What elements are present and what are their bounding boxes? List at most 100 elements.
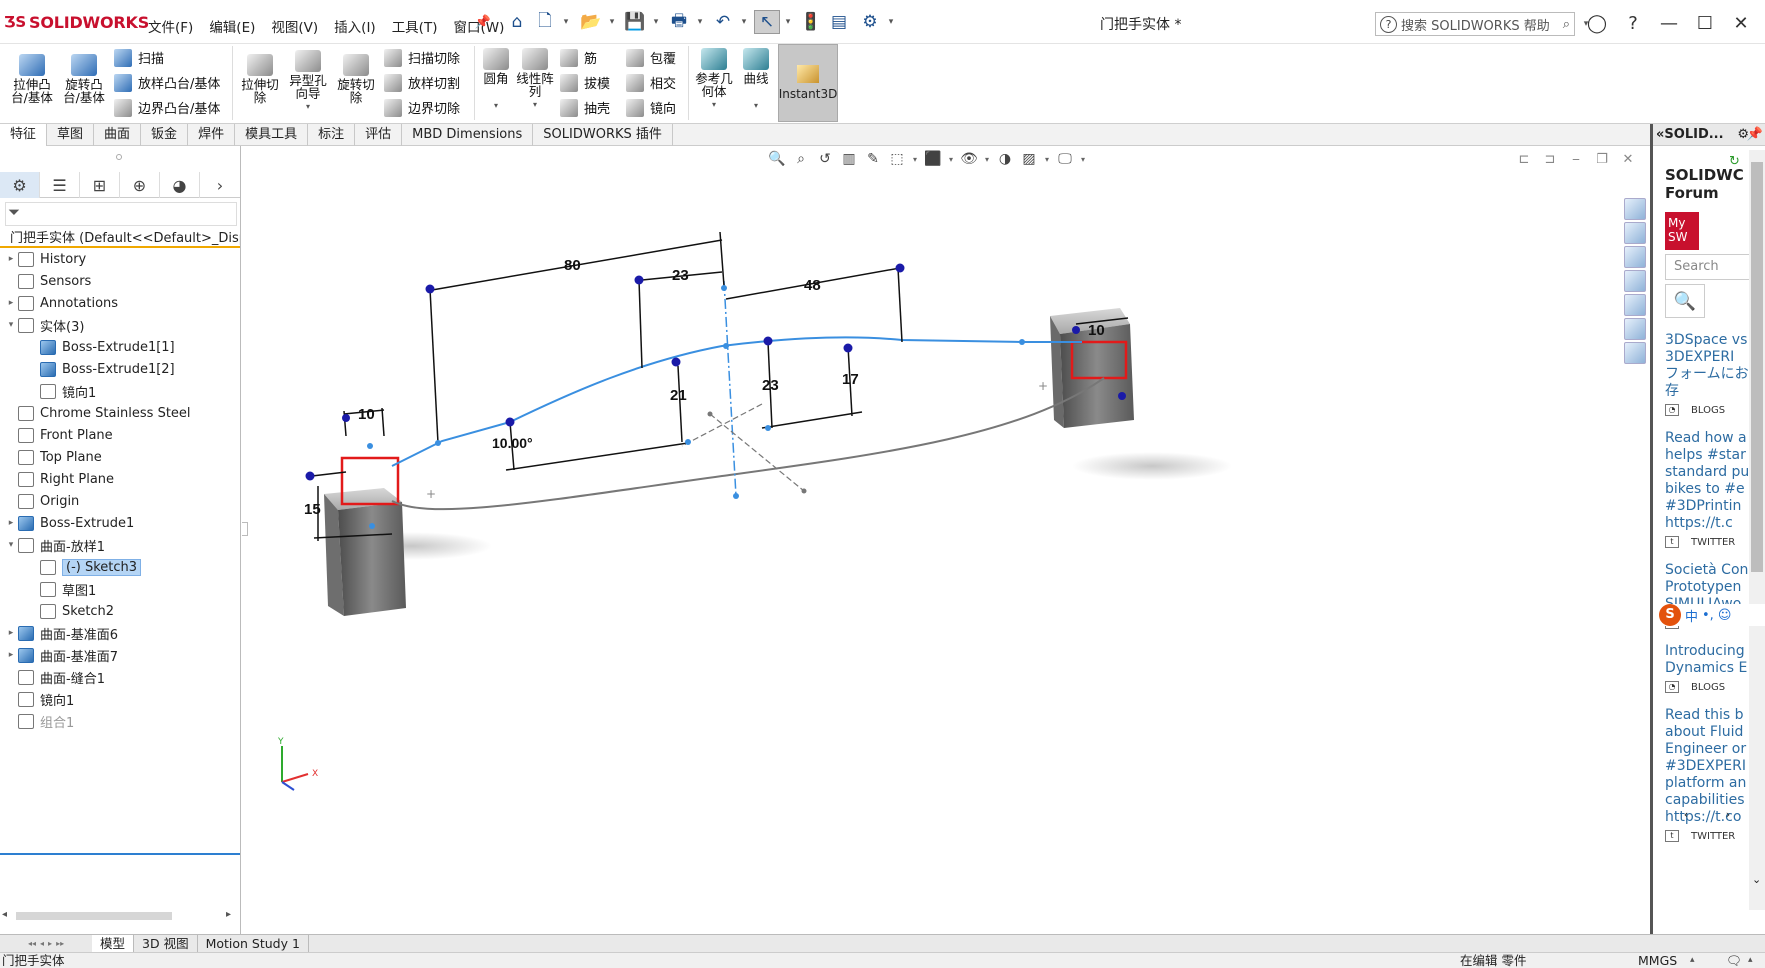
tree-item[interactable]: Origin <box>0 490 240 512</box>
tree-item[interactable]: ▸ Annotations <box>0 292 240 314</box>
menu-file[interactable]: 文件(F) <box>140 14 201 38</box>
tab-motion-study-1[interactable]: Motion Study 1 <box>198 934 309 953</box>
intersect-button[interactable]: 相交 <box>626 73 676 92</box>
mysw-logo[interactable]: My SW <box>1665 212 1699 250</box>
shell-button[interactable]: 抽壳 <box>560 98 610 117</box>
panel-expand-icon[interactable]: › <box>200 172 240 198</box>
pattern-dropdown-icon[interactable]: ▾ <box>533 98 537 111</box>
revolve-cut-button[interactable]: 旋转切 除 <box>332 54 380 104</box>
select-pointer-icon[interactable]: ↖ <box>754 10 780 34</box>
design-library-icon[interactable] <box>1624 222 1646 244</box>
hole-wizard-button[interactable]: 异型孔 向导 ▾ <box>284 50 332 113</box>
tree-item[interactable]: Boss-Extrude1[1] <box>0 336 240 358</box>
tree-item[interactable]: 镜向1 <box>0 688 240 710</box>
scroll-right-icon[interactable]: ▸ <box>226 909 231 920</box>
tab-annotation[interactable]: 标注 <box>308 124 356 146</box>
sweep-button[interactable]: 扫描 <box>114 48 164 67</box>
menu-insert[interactable]: 插入(I) <box>326 14 384 38</box>
tab-surfaces[interactable]: 曲面 <box>94 124 142 146</box>
tree-item[interactable]: (-) Sketch3 <box>0 556 240 578</box>
tree-item[interactable]: Sensors <box>0 270 240 292</box>
property-manager-tab-icon[interactable]: ☰ <box>40 172 80 198</box>
maximize-icon[interactable]: ☐ <box>1690 10 1720 36</box>
display-manager-tab-icon[interactable]: ◕ <box>160 172 200 198</box>
extrude-boss-button[interactable]: 拉伸凸 台/基体 <box>8 54 56 104</box>
expand-arrow-icon[interactable]: ▸ <box>4 628 18 638</box>
dimension-21[interactable]: 21 <box>670 387 687 404</box>
ime-toolbar[interactable]: S 中 •, ☺ <box>1659 604 1765 626</box>
fillet-button[interactable]: 圆角 ▾ <box>478 48 514 112</box>
menu-edit[interactable]: 编辑(E) <box>201 14 263 38</box>
scroll-left-icon[interactable]: ◂ <box>2 909 7 920</box>
print-dropdown-icon[interactable]: ▾ <box>694 10 706 34</box>
linear-pattern-button[interactable]: 线性阵 列 ▾ <box>514 48 556 111</box>
graphics-area[interactable]: 🔍 ⌕ ↺ ▥ ✎ ⬚ ▾ ⬛ ▾ 👁 ▾ ◑ ▨ ▾ 🖵 ▾ ⊏ ⊐ ⎯ ❐ … <box>242 146 1648 934</box>
help-icon[interactable]: ? <box>1618 10 1648 36</box>
tree-item[interactable]: 草图1 <box>0 578 240 600</box>
dimension-48[interactable]: 48 <box>804 277 821 294</box>
forum-search-input[interactable]: Search <box>1665 254 1749 280</box>
angle-dimension[interactable]: 10.00° <box>492 435 533 451</box>
mirror-button[interactable]: 镜向 <box>626 98 676 117</box>
menu-view[interactable]: 视图(V) <box>263 14 326 38</box>
scroll-down-icon[interactable]: ⌄ <box>1752 873 1761 886</box>
instant3d-toggle[interactable]: Instant3D <box>778 44 838 122</box>
help-search-input[interactable]: ? 搜索 SOLIDWORKS 帮助 ⌕ <box>1375 12 1575 36</box>
new-dropdown-icon[interactable]: ▾ <box>560 10 572 34</box>
options-dropdown-icon[interactable]: ▾ <box>885 10 897 34</box>
status-units[interactable]: MMGS <box>1638 953 1677 968</box>
dimension-23-mid[interactable]: 23 <box>762 377 779 394</box>
close-icon[interactable]: ✕ <box>1726 10 1756 36</box>
tree-item[interactable]: Front Plane <box>0 424 240 446</box>
tree-item[interactable]: 曲面-缝合1 <box>0 666 240 688</box>
feature-manager-tab-icon[interactable]: ⚙ <box>0 172 40 198</box>
rebuild-icon[interactable]: 🚦 <box>798 10 824 34</box>
expand-arrow-icon[interactable]: ▸ <box>4 254 18 264</box>
home-icon[interactable]: ⌂ <box>504 10 530 34</box>
tab-sketch[interactable]: 草图 <box>47 124 95 146</box>
wrap-button[interactable]: 包覆 <box>626 48 676 67</box>
expand-arrow-icon[interactable]: ▸ <box>4 298 18 308</box>
expand-arrow-icon[interactable]: ▸ <box>4 518 18 528</box>
ime-chinese-mode[interactable]: 中 <box>1685 606 1698 625</box>
ref-geometry-dropdown-icon[interactable]: ▾ <box>712 98 716 111</box>
revolve-boss-button[interactable]: 旋转凸 台/基体 <box>60 54 108 104</box>
dimension-17[interactable]: 17 <box>842 371 859 388</box>
curves-button[interactable]: 曲线 ▾ <box>738 48 774 112</box>
status-chat-icon[interactable]: 🗨 <box>1726 953 1742 968</box>
curves-dropdown-icon[interactable]: ▾ <box>754 99 758 112</box>
tree-item[interactable]: Top Plane <box>0 446 240 468</box>
panel-grip-icon[interactable] <box>116 154 122 160</box>
left-boss-block[interactable] <box>324 456 492 616</box>
tab-sheet-metal[interactable]: 钣金 <box>141 124 189 146</box>
ime-punct-icon[interactable]: •, <box>1702 608 1714 623</box>
draft-button[interactable]: 拔模 <box>560 73 610 92</box>
reference-geometry-button[interactable]: 参考几 何体 ▾ <box>692 48 736 111</box>
hole-wizard-dropdown-icon[interactable]: ▾ <box>306 100 310 113</box>
dimension-23-top[interactable]: 23 <box>672 267 689 284</box>
lofted-cut-button[interactable]: 放样切割 <box>384 73 460 92</box>
dimension-10-left[interactable]: 10 <box>358 406 375 423</box>
tree-item[interactable]: ▸ History <box>0 248 240 270</box>
status-dropdown-icon[interactable]: ▴ <box>1748 953 1753 968</box>
extrude-cut-button[interactable]: 拉伸切 除 <box>236 54 284 104</box>
new-document-icon[interactable]: 🗋 <box>532 10 558 34</box>
tree-item[interactable]: 组合1 <box>0 710 240 732</box>
tab-mold-tools[interactable]: 模具工具 <box>235 124 309 146</box>
solidworks-resources-icon[interactable] <box>1624 198 1646 220</box>
select-dropdown-icon[interactable]: ▾ <box>782 10 794 34</box>
task-pane-hscroll[interactable]: ‹ › <box>1665 808 1749 822</box>
tab-3d-views[interactable]: 3D 视图 <box>134 934 198 953</box>
tab-features[interactable]: 特征 <box>0 124 48 146</box>
rib-button[interactable]: 筋 <box>560 48 597 67</box>
tree-item[interactable]: Chrome Stainless Steel <box>0 402 240 424</box>
dimension-80[interactable]: 80 <box>564 257 581 274</box>
scroll-thumb[interactable] <box>16 912 172 920</box>
user-account-icon[interactable]: ◯ <box>1582 10 1612 36</box>
tree-item[interactable]: ▸ 曲面-基准面6 <box>0 622 240 644</box>
tab-scroll-controls[interactable]: ◂◂ ◂ ▸ ▸▸ <box>0 935 92 953</box>
print-icon[interactable]: 🖶 <box>666 10 692 34</box>
tab-weldments[interactable]: 焊件 <box>188 124 236 146</box>
task-pane-pin-icon[interactable]: 📌 <box>1747 124 1763 145</box>
tree-item[interactable]: ▸ 曲面-基准面7 <box>0 644 240 666</box>
